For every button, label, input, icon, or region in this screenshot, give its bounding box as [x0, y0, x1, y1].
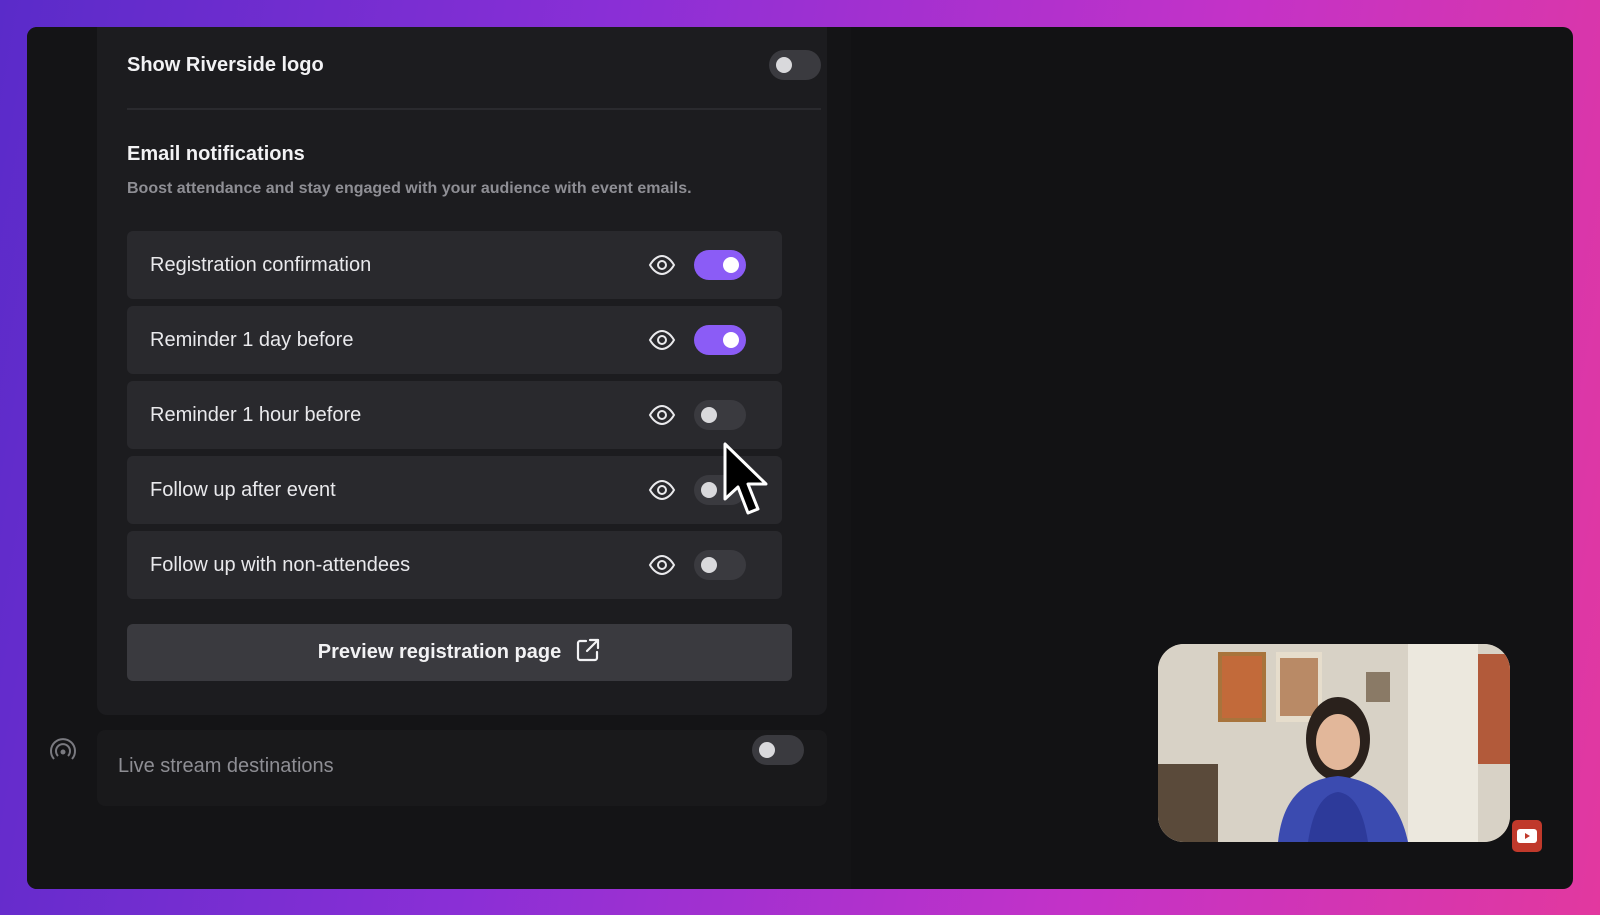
eye-icon[interactable] — [647, 327, 677, 353]
notification-list: Registration confirmation Reminder 1 day… — [127, 231, 782, 606]
toggle-knob — [701, 482, 717, 498]
youtube-subscribe-icon[interactable] — [1512, 820, 1542, 852]
show-logo-row: Show Riverside logo — [127, 45, 821, 85]
notification-label: Follow up after event — [150, 478, 336, 501]
notification-label: Follow up with non-attendees — [150, 553, 411, 576]
notification-row-reminder-1-hour: Reminder 1 hour before — [127, 381, 782, 449]
notification-row-follow-up-after-event: Follow up after event — [127, 456, 782, 524]
eye-icon[interactable] — [647, 477, 677, 503]
divider — [127, 108, 821, 110]
broadcast-icon — [48, 735, 78, 765]
notification-row-follow-up-non-attendees: Follow up with non-attendees — [127, 531, 782, 599]
toggle-knob — [723, 257, 739, 273]
mouse-pointer-icon — [722, 441, 772, 519]
notification-label: Registration confirmation — [150, 253, 372, 276]
eye-icon[interactable] — [647, 252, 677, 278]
notification-row-registration-confirmation: Registration confirmation — [127, 231, 782, 299]
eye-icon[interactable] — [647, 552, 677, 578]
follow-up-non-attendees-toggle[interactable] — [694, 550, 746, 580]
email-section-subtitle: Boost attendance and stay engaged with y… — [127, 180, 692, 197]
external-link-icon — [575, 637, 601, 669]
show-logo-label: Show Riverside logo — [127, 53, 324, 76]
email-section-title: Email notifications — [127, 143, 305, 165]
eye-icon[interactable] — [647, 402, 677, 428]
notification-row-reminder-1-day: Reminder 1 day before — [127, 306, 782, 374]
preview-registration-button[interactable]: Preview registration page — [127, 624, 792, 681]
show-logo-toggle[interactable] — [769, 50, 821, 80]
toggle-knob — [776, 57, 792, 73]
registration-confirmation-toggle[interactable] — [694, 250, 746, 280]
live-stream-label: Live stream destinations — [118, 755, 334, 777]
toggle-knob — [701, 557, 717, 573]
notification-label: Reminder 1 day before — [150, 328, 354, 351]
toggle-knob — [701, 407, 717, 423]
live-stream-toggle[interactable] — [752, 735, 804, 765]
presenter-video — [1158, 644, 1510, 842]
preview-registration-label: Preview registration page — [317, 641, 562, 663]
toggle-knob — [723, 332, 739, 348]
toggle-knob — [759, 742, 775, 758]
notification-label: Reminder 1 hour before — [150, 403, 362, 426]
reminder-1-day-toggle[interactable] — [694, 325, 746, 355]
reminder-1-hour-toggle[interactable] — [694, 400, 746, 430]
